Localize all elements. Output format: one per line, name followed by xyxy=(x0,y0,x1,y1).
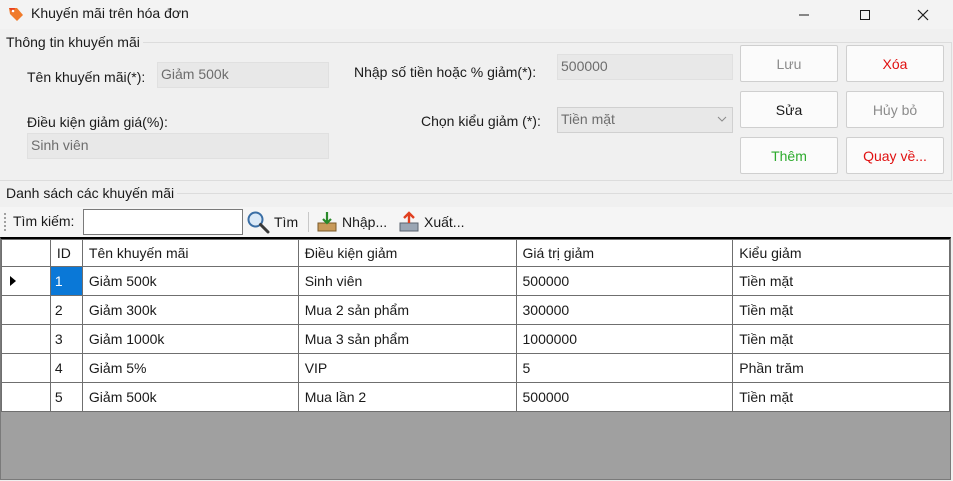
search-label: Tìm kiếm: xyxy=(13,213,75,229)
cancel-button[interactable]: Hủy bỏ xyxy=(846,91,944,128)
row-header[interactable] xyxy=(1,382,51,412)
back-button[interactable]: Quay về... xyxy=(846,137,944,174)
type-label: Chọn kiểu giảm (*): xyxy=(421,113,541,129)
row-header[interactable] xyxy=(1,353,51,383)
condition-label: Điều kiện giảm giá(%): xyxy=(27,114,168,130)
toolbar-separator xyxy=(308,212,309,232)
search-button-label: Tìm xyxy=(274,214,299,230)
discount-type-select[interactable]: Tiền mặt xyxy=(557,107,733,133)
row-header-corner[interactable] xyxy=(1,239,51,267)
cell-type[interactable]: Phần trăm xyxy=(732,353,950,383)
close-button[interactable] xyxy=(900,0,946,29)
cell-name[interactable]: Giảm 500k xyxy=(81,382,299,412)
cell-value[interactable]: 300000 xyxy=(515,295,734,325)
cell-name[interactable]: Giảm 300k xyxy=(81,295,299,325)
cell-type[interactable]: Tiền mặt xyxy=(732,324,950,354)
add-button[interactable]: Thêm xyxy=(740,137,838,174)
import-icon xyxy=(317,212,337,232)
column-header-condition[interactable]: Điều kiện giảm xyxy=(297,239,517,267)
current-row-arrow-icon xyxy=(10,276,16,286)
export-button-label: Xuất... xyxy=(424,214,465,230)
delete-button[interactable]: Xóa xyxy=(846,45,944,82)
minimize-button[interactable] xyxy=(781,0,827,29)
cell-name[interactable]: Giảm 1000k xyxy=(81,324,299,354)
table-row[interactable]: 1 Giảm 500k Sinh viên 500000 Tiền mặt xyxy=(1,266,950,296)
search-input[interactable] xyxy=(83,209,243,235)
name-field[interactable]: Giảm 500k xyxy=(157,62,329,88)
cell-id[interactable]: 4 xyxy=(49,353,83,383)
magnifier-icon xyxy=(247,211,270,234)
column-header-type[interactable]: Kiểu giảm xyxy=(732,239,950,267)
form-body: Thông tin khuyến mãi Tên khuyến mãi(*): … xyxy=(0,29,953,481)
search-button[interactable]: Tìm xyxy=(246,209,298,235)
table-row[interactable]: 3 Giảm 1000k Mua 3 sản phẩm 1000000 Tiền… xyxy=(1,324,950,354)
cell-condition[interactable]: VIP xyxy=(297,353,517,383)
edit-button[interactable]: Sửa xyxy=(740,91,838,128)
cell-name[interactable]: Giảm 500k xyxy=(81,266,299,296)
discount-type-value: Tiền mặt xyxy=(561,111,615,127)
cell-id[interactable]: 5 xyxy=(49,382,83,412)
cell-condition[interactable]: Mua 2 sản phẩm xyxy=(297,295,517,325)
window-title: Khuyến mãi trên hóa đơn xyxy=(31,5,189,21)
export-icon xyxy=(399,211,419,232)
table-row[interactable]: 2 Giảm 300k Mua 2 sản phẩm 300000 Tiền m… xyxy=(1,295,950,325)
export-button[interactable]: Xuất... xyxy=(398,209,464,235)
cell-id[interactable]: 3 xyxy=(49,324,83,354)
import-button[interactable]: Nhập... xyxy=(316,209,387,235)
name-label: Tên khuyến mãi(*): xyxy=(27,69,146,85)
cell-condition[interactable]: Mua 3 sản phẩm xyxy=(297,324,517,354)
cell-condition[interactable]: Sinh viên xyxy=(297,266,517,296)
row-header[interactable] xyxy=(1,324,51,354)
list-toolbar: Tìm kiếm: Tìm Nhập... Xuất... xyxy=(0,207,953,237)
row-header[interactable] xyxy=(1,295,51,325)
maximize-button[interactable] xyxy=(842,0,888,29)
table-row[interactable]: 4 Giảm 5% VIP 5 Phần trăm xyxy=(1,353,950,383)
maximize-icon xyxy=(860,9,870,20)
amount-field[interactable]: 500000 xyxy=(557,54,733,80)
cell-type[interactable]: Tiền mặt xyxy=(732,295,950,325)
column-header-id[interactable]: ID xyxy=(49,239,83,267)
cell-id[interactable]: 2 xyxy=(49,295,83,325)
cell-condition[interactable]: Mua lần 2 xyxy=(297,382,517,412)
row-header[interactable] xyxy=(1,266,51,296)
table-row[interactable]: 5 Giảm 500k Mua lần 2 500000 Tiền mặt xyxy=(1,382,950,412)
list-group-caption: Danh sách các khuyến mãi xyxy=(0,185,178,201)
column-header-value[interactable]: Giá trị giảm xyxy=(515,239,734,267)
title-bar[interactable]: Khuyến mãi trên hóa đơn xyxy=(0,0,953,29)
toolbar-grip[interactable] xyxy=(4,213,6,231)
promotions-grid[interactable]: ID Tên khuyến mãi Điều kiện giảm Giá trị… xyxy=(0,237,951,480)
table-header-row: ID Tên khuyến mãi Điều kiện giảm Giá trị… xyxy=(1,239,950,267)
column-header-name[interactable]: Tên khuyến mãi xyxy=(81,239,299,267)
cell-value[interactable]: 1000000 xyxy=(515,324,734,354)
import-button-label: Nhập... xyxy=(342,214,388,230)
info-group-caption: Thông tin khuyến mãi xyxy=(0,34,143,50)
cell-name[interactable]: Giảm 5% xyxy=(81,353,299,383)
cell-id[interactable]: 1 xyxy=(49,266,83,296)
promotions-table: ID Tên khuyến mãi Điều kiện giảm Giá trị… xyxy=(1,239,950,412)
minimize-icon xyxy=(799,14,809,15)
app-tag-icon xyxy=(9,8,23,21)
cell-value[interactable]: 500000 xyxy=(515,382,734,412)
amount-label: Nhập số tiền hoặc % giảm(*): xyxy=(354,64,537,80)
condition-field[interactable]: Sinh viên xyxy=(27,133,329,159)
cell-value[interactable]: 500000 xyxy=(515,266,734,296)
cell-value[interactable]: 5 xyxy=(515,353,734,383)
cell-type[interactable]: Tiền mặt xyxy=(732,382,950,412)
close-icon xyxy=(917,9,929,20)
chevron-down-icon xyxy=(717,116,727,122)
save-button[interactable]: Lưu xyxy=(740,45,838,82)
cell-type[interactable]: Tiền mặt xyxy=(732,266,950,296)
